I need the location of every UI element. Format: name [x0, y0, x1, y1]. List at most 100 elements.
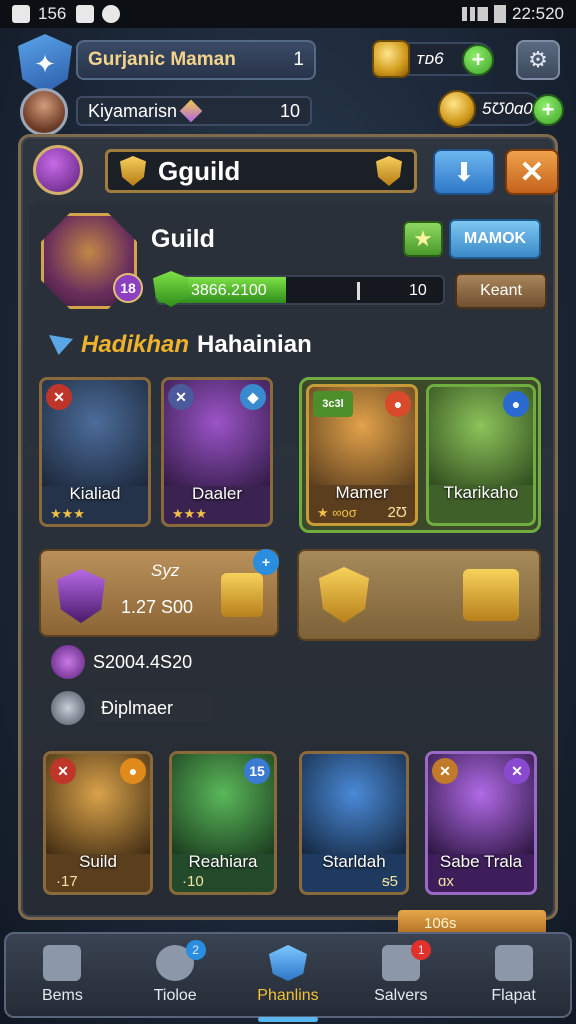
settings-button[interactable]: ⚙: [516, 40, 560, 80]
xp-text: 3866.2100: [191, 282, 267, 299]
nav-item-bag[interactable]: Flapat: [457, 934, 570, 1016]
purple-gem-icon: [51, 645, 85, 679]
app-icon: [76, 5, 95, 23]
hero-sub: ᵴ5: [382, 873, 398, 890]
hero-stars: ★★★: [50, 506, 85, 521]
nav-label: Phanlins: [257, 987, 319, 1004]
status-left-text: 156: [38, 4, 67, 23]
coin-resource: 5Ʊ0ɑ0: [438, 90, 542, 128]
purple-shield-icon: [57, 569, 105, 623]
coin-value: 5Ʊ0ɑ0: [482, 99, 533, 118]
guild-panel: Gguild ⬇ ✕ 18 Guild ★ MAMOK 3866.2100 10…: [18, 134, 559, 920]
guild-header: Gguild ⬇ ✕: [29, 143, 559, 199]
player-sub-bar: Kiyamarisn 10: [76, 96, 312, 126]
nav-item-home[interactable]: Bems: [6, 934, 119, 1016]
hero-card[interactable]: 3c3l ● Mamer ★ ∞oσ 2Ʊ: [306, 384, 418, 526]
nav-item-mail[interactable]: 1 Salvers: [344, 934, 457, 1016]
swords-icon: ✕: [50, 758, 76, 784]
hero-art: [302, 754, 406, 854]
swords-icon: ✕: [46, 384, 72, 410]
plus-badge-icon[interactable]: +: [253, 549, 279, 575]
hero-card[interactable]: Starldah ᵴ5: [299, 751, 409, 895]
section-title: Hadikhan Hahainian: [49, 331, 312, 359]
bag-icon: [494, 945, 533, 981]
hero-name: Reahiara: [188, 852, 258, 871]
hero-card[interactable]: 15 Reahiara ·10: [169, 751, 277, 895]
download-button[interactable]: ⬇: [433, 149, 495, 195]
add-coin-button[interactable]: +: [532, 94, 564, 126]
gold-coin-icon: [438, 90, 476, 128]
nav-label: Bems: [41, 987, 83, 1004]
manage-button[interactable]: Keant: [455, 273, 547, 309]
hero-card[interactable]: ✕ ● Suild ·17: [43, 751, 153, 895]
player-sub-value: 10: [279, 100, 300, 121]
hero-name: Tkarikaho: [443, 483, 519, 502]
signal-icon: [462, 7, 488, 21]
section-title-white: Hahainian: [197, 331, 312, 358]
nav-item-people[interactable]: 2 Tioloe: [119, 934, 232, 1016]
nav-label: Salvers: [374, 987, 428, 1004]
hero-name: Kialiad: [69, 484, 121, 503]
hero-name: Suild: [79, 852, 117, 871]
nav-badge: 2: [185, 940, 206, 960]
hero-card[interactable]: ✕ ✕ Sabe Trala ɑx: [425, 751, 537, 895]
favorite-button[interactable]: ★: [403, 221, 443, 257]
shield-badge-icon: ◆: [240, 384, 266, 410]
resource-row: S2004.4S20: [51, 645, 192, 679]
guild-title: Gguild: [158, 155, 241, 186]
guild-emblem-icon[interactable]: [33, 145, 83, 195]
xp-right-value: 10: [409, 282, 427, 299]
reward-amount: 1.27 S00: [121, 597, 194, 617]
hero-card[interactable]: ✕ ◆ Daaler ★★★: [161, 377, 273, 527]
hero-name: Starldah: [322, 852, 386, 871]
hero-name: Daaler: [191, 484, 243, 503]
nav-label: Tioloe: [153, 987, 197, 1004]
fire-icon: ●: [385, 391, 411, 417]
status-bar: 156 22:520: [0, 0, 576, 28]
hero-name: Mamer: [335, 483, 389, 502]
sync-icon: [102, 5, 121, 23]
reward-box[interactable]: Syz 1.27 S00 +: [39, 549, 279, 637]
close-button[interactable]: ✕: [505, 149, 559, 195]
guild-xp-bar: 3866.2100 10: [155, 275, 445, 305]
status-time: 22:520: [512, 4, 564, 23]
resource-row-label: Ɖiplmaer: [93, 693, 214, 723]
gold-value: ᴛᴅ6: [416, 49, 444, 68]
nav-label: Flapat: [491, 987, 536, 1004]
notification-icon: [12, 5, 30, 23]
hero-card[interactable]: ✕ Kialiad ★★★: [39, 377, 151, 527]
xp-divider: [357, 282, 360, 300]
player-name-bar[interactable]: Gurjanic Maman 1: [76, 40, 316, 80]
fire-icon: ●: [120, 758, 146, 784]
rank-crest-icon[interactable]: ✦: [18, 34, 72, 94]
gold-shield-icon: [372, 40, 410, 78]
shield-icon: [120, 156, 146, 186]
bottom-nav: Bems 2 Tioloe Phanlins 1 Salvers Flapat: [4, 932, 572, 1022]
battery-icon: [494, 5, 506, 23]
featured-group: 3c3l ● Mamer ★ ∞oσ 2Ʊ ● Tkarikaho: [299, 377, 541, 533]
swords-badge-icon: ✕: [504, 758, 530, 784]
avatar[interactable]: [20, 88, 68, 136]
active-indicator: [257, 1017, 319, 1022]
swords-icon: ✕: [168, 384, 194, 410]
nav-item-crystal[interactable]: Phanlins: [232, 934, 345, 1022]
hero-stars: ★★★: [172, 506, 207, 521]
shield-icon: [376, 156, 402, 186]
resource-row: Ɖiplmaer: [51, 691, 214, 725]
add-gold-button[interactable]: +: [462, 44, 494, 76]
gold-shield-icon: [319, 567, 369, 623]
reward-box[interactable]: [297, 549, 541, 641]
hero-card[interactable]: ● Tkarikaho: [426, 384, 536, 526]
guild-title-bar: Gguild: [105, 149, 417, 193]
hero-name: Sabe Trala: [439, 852, 523, 871]
nav-badge: 1: [411, 940, 432, 960]
player-subname: Kiyamarisn: [88, 100, 178, 121]
crystal-icon: [268, 945, 307, 981]
helmet-icon: [51, 691, 85, 725]
gem-icon: [179, 99, 203, 123]
section-title-gold: Hadikhan: [81, 331, 190, 358]
guild-action-button[interactable]: MAMOK: [449, 219, 541, 259]
hero-stars: ★ ∞oσ: [317, 505, 357, 520]
resource-row-value: S2004.4S20: [93, 651, 193, 672]
gold-chest-icon: [221, 573, 263, 617]
